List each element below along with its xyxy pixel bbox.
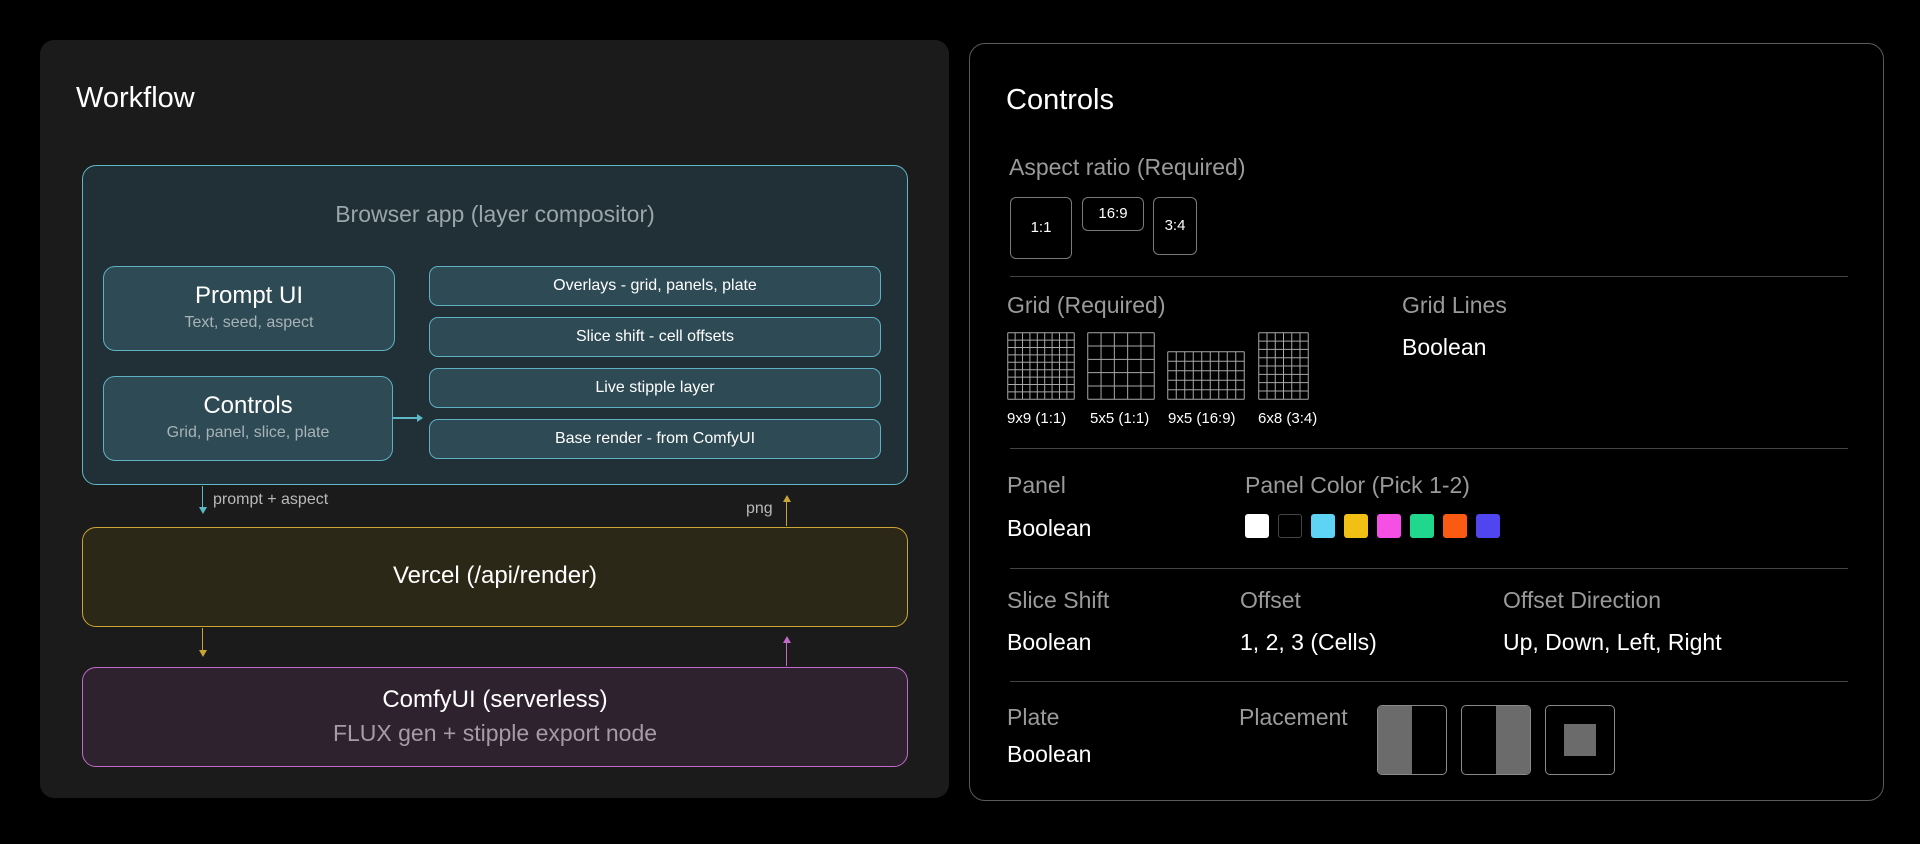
layer-base-render: Base render - from ComfyUI bbox=[429, 419, 881, 459]
vercel-box: Vercel (/api/render) bbox=[82, 527, 908, 627]
arrow-up-gold bbox=[786, 500, 787, 526]
placement-right-fill bbox=[1496, 706, 1530, 774]
controls-title: Controls bbox=[1006, 84, 1114, 116]
placement-left-button[interactable] bbox=[1377, 705, 1447, 775]
comfyui-box: ComfyUI (serverless) FLUX gen + stipple … bbox=[82, 667, 908, 767]
offset-direction-value: Up, Down, Left, Right bbox=[1503, 629, 1722, 655]
slice-shift-value: Boolean bbox=[1007, 629, 1092, 655]
panel-color-label: Panel Color (Pick 1-2) bbox=[1245, 472, 1470, 498]
placement-right-button[interactable] bbox=[1461, 705, 1531, 775]
grid-9x9-caption: 9x9 (1:1) bbox=[1007, 410, 1067, 427]
prompt-ui-subtitle: Text, seed, aspect bbox=[184, 314, 314, 331]
aspect-ratio-label: Aspect ratio (Required) bbox=[1009, 154, 1246, 180]
layer-overlays: Overlays - grid, panels, plate bbox=[429, 266, 881, 306]
png-label: png bbox=[746, 500, 773, 517]
slice-shift-label: Slice Shift bbox=[1007, 587, 1110, 613]
arrow-up-icon bbox=[783, 495, 791, 502]
panel-color-swatch[interactable] bbox=[1410, 514, 1434, 538]
arrow-down-icon bbox=[199, 650, 207, 657]
grid-lines-value: Boolean bbox=[1402, 334, 1487, 360]
browser-app-box: Browser app (layer compositor) Prompt UI… bbox=[82, 165, 908, 485]
offset-label: Offset bbox=[1240, 587, 1301, 613]
layer-live-stipple: Live stipple layer bbox=[429, 368, 881, 408]
divider bbox=[1010, 681, 1848, 682]
placement-left-fill bbox=[1378, 706, 1412, 774]
controls-to-layers-arrow bbox=[393, 417, 419, 419]
controls-box-title: Controls bbox=[203, 392, 293, 419]
placement-label: Placement bbox=[1239, 704, 1348, 730]
divider bbox=[1010, 448, 1848, 449]
grid-6x8-icon[interactable] bbox=[1258, 332, 1309, 400]
offset-value: 1, 2, 3 (Cells) bbox=[1240, 629, 1377, 655]
browser-app-title: Browser app (layer compositor) bbox=[335, 201, 655, 227]
arrow-head-icon bbox=[417, 414, 423, 422]
arrow-up-magenta bbox=[786, 642, 787, 666]
grid-9x9-icon[interactable] bbox=[1007, 332, 1075, 400]
layer-slice-shift: Slice shift - cell offsets bbox=[429, 317, 881, 357]
controls-panel: Controls Aspect ratio (Required) 1:1 16:… bbox=[969, 43, 1884, 801]
panel-color-swatch[interactable] bbox=[1278, 514, 1302, 538]
arrow-up-icon bbox=[783, 636, 791, 643]
panel-color-swatches bbox=[1245, 514, 1500, 538]
offset-direction-label: Offset Direction bbox=[1503, 587, 1662, 613]
grid-9x5-icon[interactable] bbox=[1167, 351, 1245, 400]
aspect-3-4-button[interactable]: 3:4 bbox=[1153, 197, 1197, 255]
divider bbox=[1010, 276, 1848, 277]
vercel-title: Vercel (/api/render) bbox=[392, 562, 598, 589]
comfyui-title: ComfyUI (serverless) bbox=[382, 686, 608, 713]
grid-5x5-caption: 5x5 (1:1) bbox=[1090, 410, 1150, 427]
arrow-down-gold bbox=[202, 628, 203, 652]
panel-color-swatch[interactable] bbox=[1344, 514, 1368, 538]
grid-5x5-icon[interactable] bbox=[1087, 332, 1155, 400]
grid-6x8-caption: 6x8 (3:4) bbox=[1258, 410, 1318, 427]
panel-color-swatch[interactable] bbox=[1311, 514, 1335, 538]
comfyui-subtitle: FLUX gen + stipple export node bbox=[332, 720, 658, 746]
controls-box: Controls Grid, panel, slice, plate bbox=[103, 376, 393, 461]
panel-color-swatch[interactable] bbox=[1245, 514, 1269, 538]
prompt-ui-title: Prompt UI bbox=[194, 282, 304, 309]
panel-value: Boolean bbox=[1007, 515, 1092, 541]
grid-lines-label: Grid Lines bbox=[1402, 292, 1507, 318]
placement-center-button[interactable] bbox=[1545, 705, 1615, 775]
panel-label: Panel bbox=[1007, 472, 1066, 498]
aspect-1-1-button[interactable]: 1:1 bbox=[1010, 197, 1072, 259]
divider bbox=[1010, 568, 1848, 569]
placement-center-fill bbox=[1564, 724, 1596, 756]
panel-color-swatch[interactable] bbox=[1476, 514, 1500, 538]
controls-box-subtitle: Grid, panel, slice, plate bbox=[166, 424, 330, 441]
prompt-aspect-label: prompt + aspect bbox=[213, 491, 329, 508]
grid-label: Grid (Required) bbox=[1007, 292, 1166, 318]
arrow-down-icon bbox=[199, 507, 207, 514]
prompt-ui-box: Prompt UI Text, seed, aspect bbox=[103, 266, 395, 351]
workflow-title: Workflow bbox=[76, 82, 195, 114]
grid-9x5-caption: 9x5 (16:9) bbox=[1168, 410, 1236, 427]
panel-color-swatch[interactable] bbox=[1443, 514, 1467, 538]
panel-color-swatch[interactable] bbox=[1377, 514, 1401, 538]
plate-label: Plate bbox=[1007, 704, 1060, 730]
plate-value: Boolean bbox=[1007, 741, 1092, 767]
aspect-16-9-button[interactable]: 16:9 bbox=[1082, 197, 1144, 231]
